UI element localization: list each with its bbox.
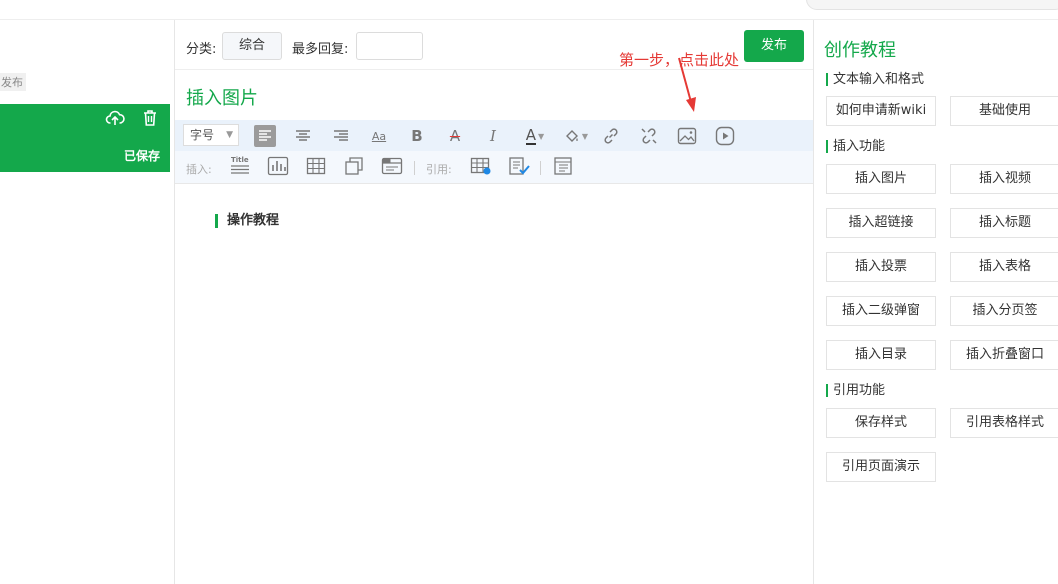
tutorial-button[interactable]: 插入超链接 (826, 208, 936, 238)
tutorial-button[interactable]: 引用表格样式 (950, 408, 1058, 438)
section-title: 文本输入和格式 (826, 73, 924, 86)
insert-tabs-icon[interactable] (381, 155, 403, 177)
template-icon[interactable] (552, 155, 574, 177)
tutorial-panel: 创作教程 文本输入和格式 如何申请新wiki 基础使用 插入功能 插入图片 插入… (815, 20, 1058, 584)
align-left-icon[interactable] (254, 125, 276, 147)
saved-status: 已保存 (123, 149, 160, 163)
left-sidebar: 发布 已保存 (0, 20, 173, 584)
panel-title: 创作教程 (824, 40, 896, 61)
trash-icon[interactable] (140, 108, 160, 128)
cloud-upload-icon[interactable] (105, 108, 125, 128)
insert-popup-icon[interactable] (343, 155, 365, 177)
insert-table-icon[interactable] (305, 155, 327, 177)
cite-label: 引用: (426, 163, 452, 176)
annotation-arrow-icon (678, 57, 696, 112)
align-center-icon[interactable] (292, 125, 314, 147)
category-label: 分类: (186, 42, 217, 57)
format-toolbar: 字号 ▼ Aa B A I A ▼ ▼ (175, 120, 813, 151)
insert-image-icon[interactable] (676, 125, 698, 147)
max-reply-input[interactable] (356, 32, 423, 60)
unlink-icon[interactable] (638, 125, 660, 147)
text-case-icon[interactable]: Aa (368, 125, 390, 147)
tutorial-button[interactable]: 插入折叠窗口 (950, 340, 1058, 370)
publish-tag: 发布 (0, 73, 26, 91)
italic-icon[interactable]: I (482, 125, 504, 147)
fill-color-icon[interactable]: ▼ (560, 125, 592, 147)
bold-icon[interactable]: B (406, 125, 428, 147)
editor-panel: 分类: 综合 最多回复: 发布 第一步，点击此处 插入图片 字号 ▼ Aa B A… (174, 20, 814, 584)
tutorial-button[interactable]: 插入二级弹窗 (826, 296, 936, 326)
cite-table-style-icon[interactable] (470, 155, 492, 177)
publish-button[interactable]: 发布 (744, 30, 804, 62)
category-select[interactable]: 综合 (222, 32, 282, 60)
tutorial-button[interactable]: 基础使用 (950, 96, 1058, 126)
top-bar (0, 0, 1058, 20)
content-heading[interactable]: 操作教程 (215, 214, 279, 228)
tutorial-button[interactable]: 插入投票 (826, 252, 936, 282)
insert-video-icon[interactable] (714, 125, 736, 147)
toolbar-divider (540, 161, 541, 175)
tutorial-button[interactable]: 引用页面演示 (826, 452, 936, 482)
tutorial-button[interactable]: 插入分页签 (950, 296, 1058, 326)
chevron-down-icon: ▼ (226, 130, 233, 140)
max-reply-label: 最多回复: (292, 42, 349, 57)
insert-title-icon[interactable]: Title (229, 155, 251, 177)
tutorial-button[interactable]: 插入表格 (950, 252, 1058, 282)
align-right-icon[interactable] (330, 125, 352, 147)
font-size-select[interactable]: 字号 ▼ (183, 124, 239, 146)
tutorial-button[interactable]: 保存样式 (826, 408, 936, 438)
tutorial-button[interactable]: 插入标题 (950, 208, 1058, 238)
tutorial-button[interactable]: 插入目录 (826, 340, 936, 370)
link-icon[interactable] (600, 125, 622, 147)
insert-toolbar: 插入: Title 引用: (175, 151, 813, 184)
search-box[interactable] (806, 0, 1058, 10)
insert-chart-icon[interactable] (267, 155, 289, 177)
tutorial-button[interactable]: 插入图片 (826, 164, 936, 194)
cite-page-icon[interactable] (508, 155, 530, 177)
article-title[interactable]: 插入图片 (186, 84, 258, 110)
strikethrough-icon[interactable]: A (444, 125, 466, 147)
tutorial-button[interactable]: 如何申请新wiki (826, 96, 936, 126)
tutorial-button[interactable]: 插入视频 (950, 164, 1058, 194)
draft-card[interactable]: 已保存 (0, 104, 170, 172)
toolbar-divider (414, 161, 415, 175)
svg-text:Title: Title (231, 156, 249, 164)
section-title: 插入功能 (826, 140, 885, 153)
insert-label: 插入: (186, 163, 212, 176)
font-size-label: 字号 (190, 128, 215, 142)
font-color-icon[interactable]: A ▼ (520, 125, 550, 147)
section-title: 引用功能 (826, 384, 885, 397)
